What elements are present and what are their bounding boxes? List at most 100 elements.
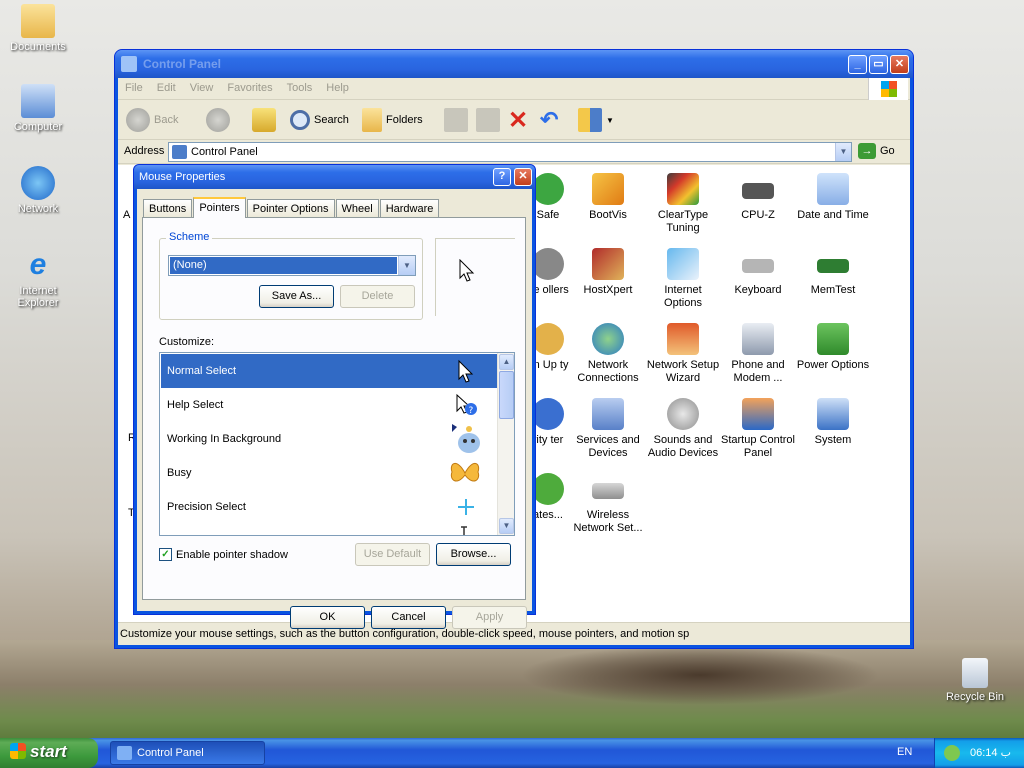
menu-edit[interactable]: Edit xyxy=(150,78,183,98)
text-cursor-icon xyxy=(461,526,467,535)
cancel-button[interactable]: Cancel xyxy=(371,606,446,629)
desktop-icon-documents[interactable]: Documents xyxy=(0,4,76,53)
arrow-cursor-icon xyxy=(458,359,474,383)
cp-item-system[interactable]: System xyxy=(795,398,871,447)
tray-app-icon[interactable] xyxy=(944,745,960,761)
folders-label: Folders xyxy=(386,114,423,126)
startup-icon xyxy=(742,398,774,430)
clock[interactable]: 06:14 ‎ب‎ xyxy=(970,746,1011,759)
delete-scheme-button[interactable]: Delete xyxy=(340,285,415,308)
delete-button[interactable]: ✕ xyxy=(508,107,528,134)
move-to-button[interactable] xyxy=(444,107,468,133)
cp-item-label: Phone and Modem ... xyxy=(731,359,785,384)
views-dropdown-icon: ▼ xyxy=(606,115,614,125)
tab-wheel[interactable]: Wheel xyxy=(335,199,379,217)
views-button[interactable]: ▼ xyxy=(578,107,614,133)
minimize-button[interactable]: _ xyxy=(848,55,867,74)
pointer-shadow-checkbox[interactable]: ✓ Enable pointer shadow xyxy=(159,548,288,561)
browse-button[interactable]: Browse... xyxy=(436,543,511,566)
cp-item-phone-modem[interactable]: Phone and Modem ... xyxy=(720,323,796,385)
window-titlebar[interactable]: Control Panel _ ▭ ✕ xyxy=(115,50,913,78)
scroll-down-icon[interactable]: ▼ xyxy=(499,518,514,534)
cp-item-label: Network Setup Wizard xyxy=(646,359,720,384)
desktop-icon-computer[interactable]: Computer xyxy=(0,84,76,133)
menu-bar: File Edit View Favorites Tools Help xyxy=(118,78,910,100)
menu-favorites[interactable]: Favorites xyxy=(220,78,279,98)
cp-item-cleartype[interactable]: ClearType Tuning xyxy=(645,173,721,235)
menu-help[interactable]: Help xyxy=(319,78,356,98)
bootvis-icon xyxy=(592,173,624,205)
cp-item-memtest[interactable]: MemTest xyxy=(795,248,871,297)
undo-button[interactable]: ↶ xyxy=(540,107,558,133)
cp-item-hostxpert[interactable]: HostXpert xyxy=(570,248,646,297)
cp-item-sounds-audio[interactable]: Sounds and Audio Devices xyxy=(645,398,721,460)
maximize-button[interactable]: ▭ xyxy=(869,55,888,74)
cp-item-date-time[interactable]: Date and Time xyxy=(795,173,871,222)
desktop-icon-network[interactable]: Network xyxy=(0,166,76,215)
apply-button[interactable]: Apply xyxy=(452,606,527,629)
computer-icon xyxy=(21,84,55,118)
tab-pointer-options[interactable]: Pointer Options xyxy=(246,199,335,217)
system-icon xyxy=(817,398,849,430)
search-button[interactable]: Search xyxy=(290,107,349,133)
tab-hardware[interactable]: Hardware xyxy=(379,199,440,217)
use-default-button[interactable]: Use Default xyxy=(355,543,430,566)
menu-file[interactable]: File xyxy=(118,78,150,98)
up-folder-button[interactable] xyxy=(252,107,276,133)
dialog-tabs: Buttons Pointers Pointer Options Wheel H… xyxy=(143,197,440,218)
scroll-thumb[interactable] xyxy=(499,371,514,419)
cp-item-label: Internet Options xyxy=(664,284,702,309)
cp-item-network-connections[interactable]: Network Connections xyxy=(570,323,646,385)
desktop-icon-internet-explorer[interactable]: e Internet Explorer xyxy=(0,248,76,309)
cp-item-power-options[interactable]: Power Options xyxy=(795,323,871,372)
folders-icon xyxy=(362,108,382,132)
cp-item-network-setup-wizard[interactable]: Network Setup Wizard xyxy=(645,323,721,385)
list-item[interactable] xyxy=(161,524,497,535)
go-button[interactable]: → Go xyxy=(858,143,895,159)
folders-button[interactable]: Folders xyxy=(362,107,423,133)
cp-item-internet-options[interactable]: Internet Options xyxy=(645,248,721,310)
network-icon xyxy=(21,166,55,200)
start-button[interactable]: start xyxy=(0,738,98,768)
ok-button[interactable]: OK xyxy=(290,606,365,629)
cp-item-startup-control-panel[interactable]: Startup Control Panel xyxy=(720,398,796,460)
list-item[interactable]: Busy xyxy=(161,456,497,490)
list-item[interactable]: Working In Background xyxy=(161,422,497,456)
back-button[interactable]: Back xyxy=(126,107,178,133)
updates-icon xyxy=(532,473,564,505)
taskbar: start Control Panel EN 06:14 ‎ب‎ xyxy=(0,738,1024,768)
copy-to-button[interactable] xyxy=(476,107,500,133)
dialog-titlebar[interactable]: Mouse Properties ? ✕ xyxy=(134,165,535,189)
save-as-button[interactable]: Save As... xyxy=(259,285,334,308)
scheme-select[interactable]: (None) ▼ xyxy=(168,255,416,276)
taskbar-item-control-panel[interactable]: Control Panel xyxy=(110,741,265,765)
help-button[interactable]: ? xyxy=(493,168,511,186)
list-item[interactable]: Precision Select xyxy=(161,490,497,524)
desktop-icon-recycle-bin[interactable]: Recycle Bin xyxy=(937,658,1013,703)
tab-pointers[interactable]: Pointers xyxy=(193,197,246,218)
cp-item-services-devices[interactable]: Services and Devices xyxy=(570,398,646,460)
back-label: Back xyxy=(154,114,179,126)
taskbar-item-label: Control Panel xyxy=(137,747,204,759)
chevron-down-icon[interactable]: ▼ xyxy=(398,256,415,275)
language-indicator[interactable]: EN xyxy=(897,746,912,758)
cp-item-wireless-network[interactable]: Wireless Network Set... xyxy=(570,473,646,535)
pointer-label: Busy xyxy=(167,467,192,479)
menu-tools[interactable]: Tools xyxy=(280,78,320,98)
control-panel-icon xyxy=(121,56,137,72)
cp-item-keyboard[interactable]: Keyboard xyxy=(720,248,796,297)
address-dropdown-button[interactable]: ▼ xyxy=(835,143,851,161)
dialog-close-button[interactable]: ✕ xyxy=(514,168,532,186)
list-item[interactable]: Normal Select xyxy=(161,354,497,388)
forward-button[interactable] xyxy=(206,107,230,133)
scroll-up-icon[interactable]: ▲ xyxy=(499,354,514,370)
sounds-icon xyxy=(667,398,699,430)
tab-buttons[interactable]: Buttons xyxy=(143,199,193,217)
close-button[interactable]: ✕ xyxy=(890,55,909,74)
menu-view[interactable]: View xyxy=(183,78,221,98)
address-input[interactable]: Control Panel ▼ xyxy=(168,142,852,162)
pointer-list-scrollbar[interactable]: ▲ ▼ xyxy=(497,353,514,535)
cp-item-bootvis[interactable]: BootVis xyxy=(570,173,646,222)
list-item[interactable]: Help Select ? xyxy=(161,388,497,422)
cp-item-cpu-z[interactable]: CPU-Z xyxy=(720,173,796,222)
